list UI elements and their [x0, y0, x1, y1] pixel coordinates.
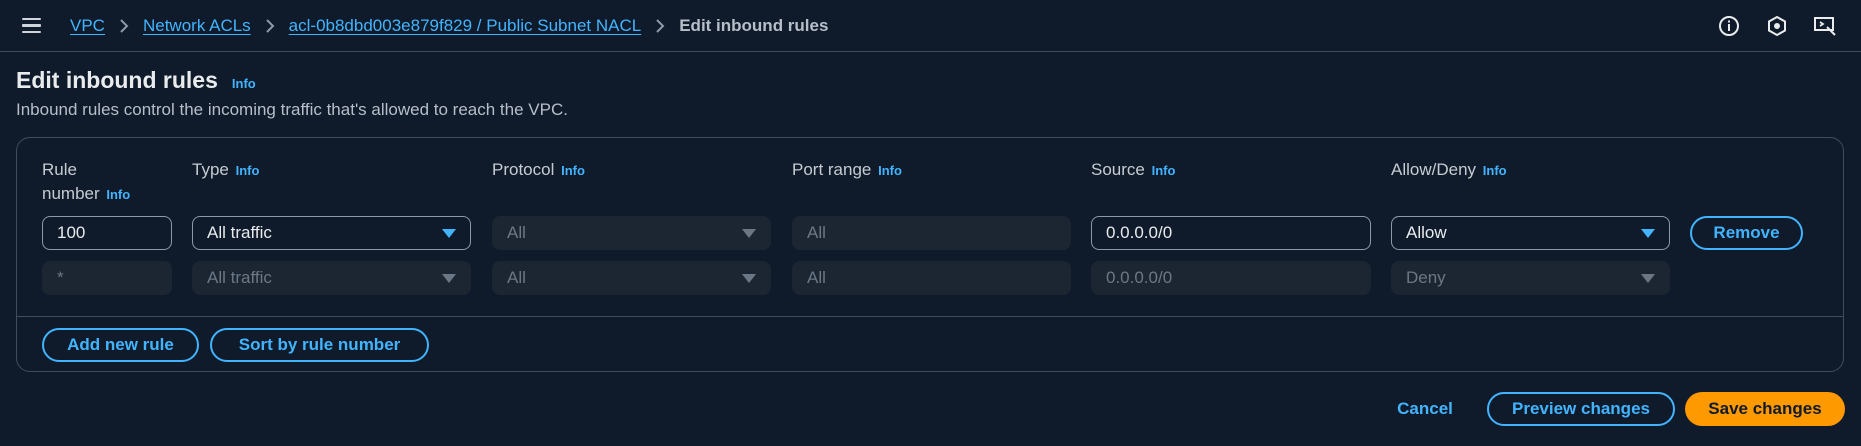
rule-number-value-default: *: [57, 268, 64, 287]
cancel-button[interactable]: Cancel: [1380, 392, 1470, 426]
remove-button[interactable]: Remove: [1690, 216, 1803, 250]
col-type-label: Type: [192, 160, 229, 179]
caret-down-icon: [742, 273, 756, 283]
source-value: 0.0.0.0/0: [1106, 223, 1173, 242]
type-select[interactable]: All traffic: [192, 216, 471, 250]
save-changes-button[interactable]: Save changes: [1685, 392, 1845, 426]
preview-changes-button[interactable]: Preview changes: [1487, 392, 1675, 426]
col-protocol: Protocol Info: [492, 158, 585, 183]
allow-deny-select[interactable]: Allow: [1391, 216, 1670, 250]
breadcrumb-acl[interactable]: acl-0b8dbd003e879f829 / Public Subnet NA…: [289, 16, 642, 36]
allow-deny-value-default: Deny: [1406, 268, 1446, 287]
inbound-rules-panel: Rule number Info Type Info Protocol Info…: [16, 137, 1844, 372]
port-range-input-default: All: [792, 261, 1071, 295]
page-header: Edit inbound rules Info Inbound rules co…: [0, 52, 1861, 120]
source-input[interactable]: 0.0.0.0/0: [1091, 216, 1371, 250]
allow-deny-info-link[interactable]: Info: [1483, 163, 1507, 178]
allow-deny-select-default: Deny: [1391, 261, 1670, 295]
col-rule-number-label: Rule: [42, 160, 77, 179]
rule-number-input-default: *: [42, 261, 172, 295]
type-select-default: All traffic: [192, 261, 471, 295]
col-port-range-label: Port range: [792, 160, 872, 179]
col-allow-deny-label: Allow/Deny: [1391, 160, 1477, 179]
panel-divider: [17, 316, 1843, 317]
source-input-default: 0.0.0.0/0: [1091, 261, 1371, 295]
chevron-right-icon: [265, 18, 275, 33]
info-icon[interactable]: [1715, 12, 1743, 40]
col-type: Type Info: [192, 158, 259, 183]
type-value: All traffic: [207, 223, 272, 242]
caret-down-icon: [1641, 228, 1655, 238]
col-port-range: Port range Info: [792, 158, 902, 183]
port-range-info-link[interactable]: Info: [878, 163, 902, 178]
breadcrumb-vpc[interactable]: VPC: [70, 16, 105, 36]
port-range-value-default: All: [807, 268, 826, 287]
protocol-value: All: [507, 223, 526, 242]
rule-number-info-link[interactable]: Info: [106, 187, 130, 202]
breadcrumb-current: Edit inbound rules: [679, 15, 829, 35]
caret-down-icon: [1641, 273, 1655, 283]
page-description: Inbound rules control the incoming traff…: [16, 100, 568, 119]
protocol-select: All: [492, 216, 771, 250]
chevron-right-icon: [119, 18, 129, 33]
feedback-icon[interactable]: [1811, 12, 1839, 40]
col-rule-number: Rule number Info: [42, 158, 130, 207]
menu-icon[interactable]: [22, 13, 48, 39]
col-source: Source Info: [1091, 158, 1175, 183]
page-title: Edit inbound rules: [16, 67, 218, 93]
col-rule-number-label-2: number: [42, 184, 100, 203]
add-new-rule-button[interactable]: Add new rule: [42, 328, 199, 362]
source-info-link[interactable]: Info: [1152, 163, 1176, 178]
allow-deny-value: Allow: [1406, 223, 1447, 242]
type-value-default: All traffic: [207, 268, 272, 287]
settings-hexagon-icon[interactable]: [1763, 12, 1791, 40]
source-value-default: 0.0.0.0/0: [1106, 268, 1173, 287]
col-source-label: Source: [1091, 160, 1145, 179]
caret-down-icon: [442, 273, 456, 283]
col-allow-deny: Allow/Deny Info: [1391, 158, 1507, 183]
port-range-input: All: [792, 216, 1071, 250]
breadcrumb-network-acls[interactable]: Network ACLs: [143, 16, 251, 36]
rule-number-input[interactable]: 100: [42, 216, 172, 250]
chevron-right-icon: [655, 18, 665, 33]
breadcrumb: VPC Network ACLs acl-0b8dbd003e879f829 /…: [70, 16, 828, 36]
protocol-select-default: All: [492, 261, 771, 295]
protocol-value-default: All: [507, 268, 526, 287]
title-info-link[interactable]: Info: [232, 76, 256, 91]
caret-down-icon: [742, 228, 756, 238]
top-navigation-bar: VPC Network ACLs acl-0b8dbd003e879f829 /…: [0, 0, 1861, 52]
sort-by-rule-number-button[interactable]: Sort by rule number: [210, 328, 429, 362]
col-protocol-label: Protocol: [492, 160, 555, 179]
caret-down-icon: [442, 228, 456, 238]
protocol-info-link[interactable]: Info: [561, 163, 585, 178]
port-range-value: All: [807, 223, 826, 242]
type-info-link[interactable]: Info: [236, 163, 260, 178]
rule-number-value: 100: [57, 223, 86, 242]
